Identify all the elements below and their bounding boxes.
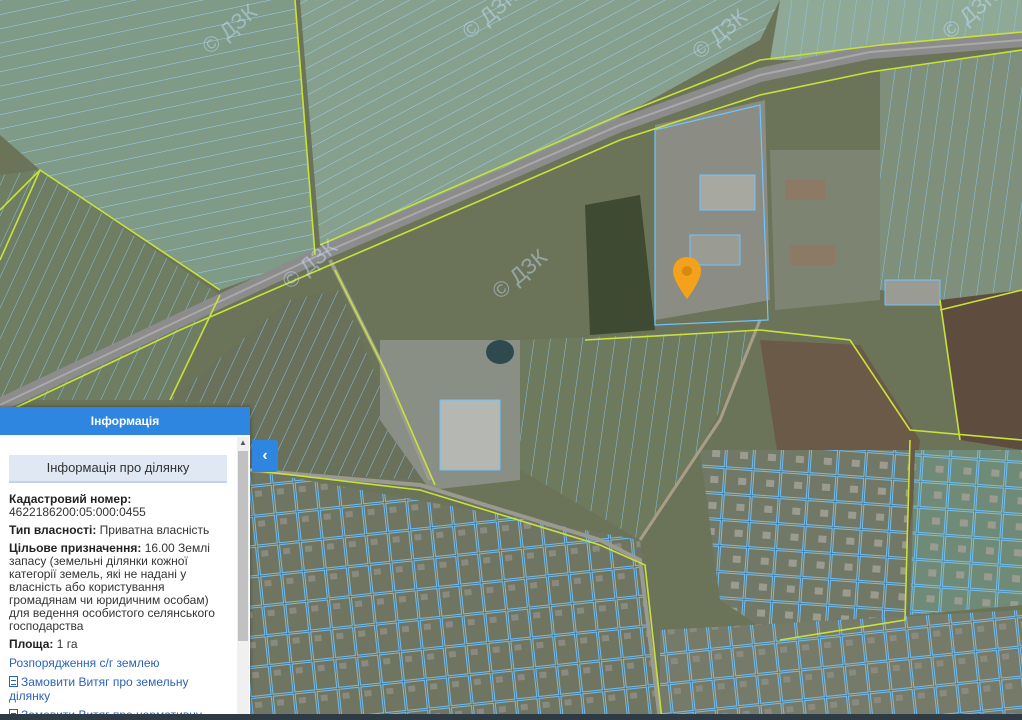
cadastral-row: Кадастровий номер: 4622186200:05:000:045… xyxy=(9,493,227,519)
chevron-left-icon: ‹ xyxy=(262,447,268,464)
cadastral-label: Кадастровий номер: xyxy=(9,492,132,506)
bottom-strip xyxy=(0,714,1022,720)
section-title: Інформація про ділянку xyxy=(9,455,227,483)
info-panel: Інформація Інформація про ділянку Кадаст… xyxy=(0,407,250,720)
scroll-thumb[interactable] xyxy=(238,451,248,641)
collapse-panel-button[interactable]: ‹ xyxy=(252,440,278,472)
area-value: 1 га xyxy=(56,637,78,651)
cadastral-value: 4622186200:05:000:0455 xyxy=(9,505,146,519)
ownership-row: Тип власності: Приватна власність xyxy=(9,524,227,537)
panel-scrollbar[interactable]: ▲ xyxy=(237,437,249,718)
ownership-label: Тип власності: xyxy=(9,523,97,537)
panel-body: Інформація про ділянку Кадастровий номер… xyxy=(0,435,236,720)
pond xyxy=(486,340,514,364)
purpose-row: Цільове призначення: 16.00 Землі запасу … xyxy=(9,542,227,633)
purpose-value: 16.00 Землі запасу (земельні ділянки кож… xyxy=(9,541,215,633)
orders-link[interactable]: Розпорядження с/г землею xyxy=(9,656,227,670)
order-extract-link[interactable]: Замовити Витяг про земельну ділянку xyxy=(9,675,227,703)
field-right-parcels xyxy=(880,50,1022,300)
area-label: Площа: xyxy=(9,637,54,651)
industrial-building xyxy=(699,174,756,211)
ownership-value: Приватна власність xyxy=(99,523,210,537)
panel-header: Інформація xyxy=(0,407,250,435)
purpose-label: Цільове призначення: xyxy=(9,541,142,555)
farm-building xyxy=(785,180,825,200)
farm-building xyxy=(790,245,835,265)
order-extract-label: Замовити Витяг про земельну ділянку xyxy=(9,675,189,703)
industrial-building xyxy=(689,234,741,266)
scroll-up-arrow-icon[interactable]: ▲ xyxy=(237,437,249,449)
area-row: Площа: 1 га xyxy=(9,638,227,651)
factory-building xyxy=(439,399,501,471)
farm-complex xyxy=(770,150,880,310)
document-icon xyxy=(9,676,18,687)
farm-building xyxy=(884,279,941,306)
parcels-right-grid-lines xyxy=(910,450,1022,615)
